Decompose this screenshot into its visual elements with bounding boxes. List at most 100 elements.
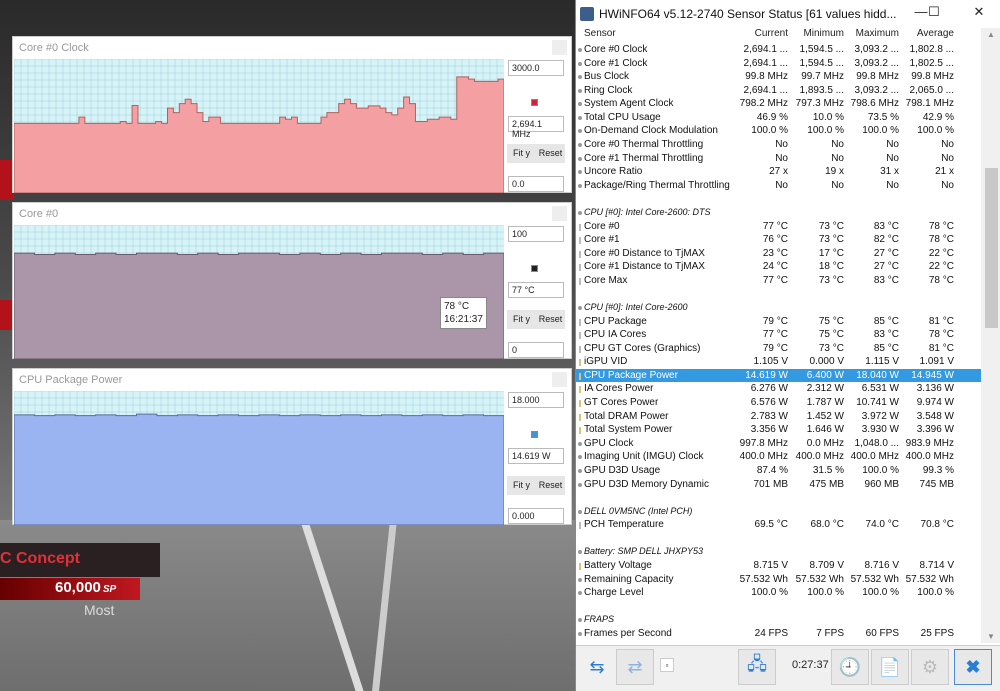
table-row[interactable]: Core #0 Distance to TjMAX 23 °C 17 °C 27 °C…: [576, 247, 981, 261]
column-header-sensor[interactable]: Sensor: [584, 28, 616, 39]
network-icon[interactable]: 🖧: [738, 649, 776, 685]
table-row[interactable]: Core #0 77 °C 73 °C 83 °C 78 °C: [576, 220, 981, 234]
table-row[interactable]: Bus Clock 99.8 MHz 99.7 MHz 99.8 MHz 99.8 MH…: [576, 70, 981, 84]
table-row[interactable]: Frames per Second 24 FPS 7 FPS 60 FPS 25 FPS: [576, 627, 981, 641]
maximum-value: 100.0 %: [862, 125, 899, 137]
current-value: 57.532 Wh: [739, 573, 788, 585]
scrollbar-thumb[interactable]: [985, 168, 998, 328]
table-row[interactable]: Total System Power 3.356 W 1.646 W 3.930 W 3…: [576, 423, 981, 437]
graph-min-input[interactable]: 0.000: [508, 508, 564, 524]
maximum-value: 10.741 W: [856, 397, 899, 409]
graph-min-input[interactable]: 0: [508, 342, 564, 358]
tooltip-value: 78 °C: [444, 301, 470, 312]
table-row[interactable]: Remaining Capacity 57.532 Wh 57.532 Wh 57.5…: [576, 573, 981, 587]
average-value: 3.136 W: [916, 383, 954, 395]
minimum-value: 1,594.5 ...: [799, 44, 844, 55]
close-button[interactable]: ✕: [964, 4, 994, 20]
sensor-group-header[interactable]: CPU [#0]: Intel Core-2600: [576, 301, 981, 315]
close-sensors-icon[interactable]: ✖: [954, 649, 992, 685]
column-header-maximum[interactable]: Maximum: [856, 28, 899, 39]
reset-button[interactable]: Reset: [536, 310, 565, 329]
hwinfo-sensor-window: HWiNFO64 v5.12-2740 Sensor Status [61 va…: [575, 0, 1000, 691]
clock-reset-icon[interactable]: 🕘: [831, 649, 869, 685]
log-file-icon[interactable]: 📄: [871, 649, 909, 685]
table-row[interactable]: Uncore Ratio 27 x 19 x 31 x 21 x: [576, 165, 981, 179]
table-row[interactable]: Charge Level 100.0 % 100.0 % 100.0 % 100.0 %: [576, 586, 981, 600]
table-row[interactable]: Core #1 76 °C 73 °C 82 °C 78 °C: [576, 233, 981, 247]
graph-max-input[interactable]: 100: [508, 226, 564, 242]
sensor-name: FRAPS: [584, 614, 615, 625]
average-value: 78 °C: [928, 329, 954, 341]
column-header-current[interactable]: Current: [755, 28, 788, 39]
maximize-button[interactable]: ☐: [919, 4, 949, 20]
table-row[interactable]: Core #1 Thermal Throttling No No No No: [576, 152, 981, 166]
scroll-up-icon[interactable]: ▲: [987, 30, 995, 39]
table-row[interactable]: CPU GT Cores (Graphics) 79 °C 73 °C 85 °C 81…: [576, 342, 981, 356]
table-row[interactable]: Ring Clock 2,694.1 ... 1,893.5 ... 3,093.2 …: [576, 84, 981, 98]
fit-y-button[interactable]: Fit y: [507, 310, 536, 329]
maximum-value: 3,093.2 ...: [854, 44, 899, 55]
table-row[interactable]: Total CPU Usage 46.9 % 10.0 % 73.5 % 42.9 %: [576, 111, 981, 125]
table-row[interactable]: Package/Ring Thermal Throttling No No No No: [576, 179, 981, 193]
table-row[interactable]: Battery Voltage 8.715 V 8.709 V 8.716 V 8.71…: [576, 559, 981, 573]
table-row[interactable]: Core #0 Thermal Throttling No No No No: [576, 138, 981, 152]
temp-icon: [579, 237, 581, 245]
graph-close-button[interactable]: [552, 206, 567, 221]
column-header-minimum[interactable]: Minimum: [803, 28, 844, 39]
flag-icon: [578, 156, 582, 161]
table-row[interactable]: Total DRAM Power 2.783 W 1.452 W 3.972 W 3.5…: [576, 410, 981, 424]
graph-color-swatch[interactable]: [531, 265, 538, 272]
table-row[interactable]: Core #1 Distance to TjMAX 24 °C 18 °C 27 °C…: [576, 260, 981, 274]
table-row[interactable]: CPU Package Power 14.619 W 6.400 W 18.040 W…: [576, 368, 981, 383]
table-row[interactable]: iGPU VID 1.105 V 0.000 V 1.115 V 1.091 V: [576, 355, 981, 369]
small-toggle-icon[interactable]: ▫: [660, 658, 674, 672]
maximum-value: No: [886, 152, 899, 164]
collapse-arrows-icon[interactable]: ⇄: [616, 649, 654, 685]
graph-close-button[interactable]: [552, 372, 567, 387]
scroll-down-icon[interactable]: ▼: [987, 632, 995, 641]
expand-arrows-icon[interactable]: ⇆: [578, 649, 616, 685]
table-row[interactable]: Core #1 Clock 2,694.1 ... 1,594.5 ... 3,093…: [576, 57, 981, 71]
table-row[interactable]: CPU Package 79 °C 75 °C 85 °C 81 °C: [576, 315, 981, 329]
sensor-name: On-Demand Clock Modulation: [584, 125, 718, 137]
table-row[interactable]: Imaging Unit (IMGU) Clock 400.0 MHz 400.0 …: [576, 450, 981, 464]
table-row[interactable]: On-Demand Clock Modulation 100.0 % 100.0 %…: [576, 124, 981, 138]
graph-controls: 18.000 14.619 W Fit y Reset 0.000: [507, 391, 569, 525]
sensor-name: Imaging Unit (IMGU) Clock: [584, 451, 704, 463]
sensor-group-header[interactable]: Battery: SMP DELL JHXPY53: [576, 545, 981, 559]
graph-close-button[interactable]: [552, 40, 567, 55]
sensor-group-header[interactable]: DELL 0VM5NC (Intel PCH): [576, 505, 981, 519]
table-row[interactable]: PCH Temperature 69.5 °C 68.0 °C 74.0 °C 70.8…: [576, 518, 981, 532]
table-row[interactable]: System Agent Clock 798.2 MHz 797.3 MHz 798.…: [576, 97, 981, 111]
sensor-group-header[interactable]: CPU [#0]: Intel Core-2600: DTS: [576, 206, 981, 220]
table-row[interactable]: Core #0 Clock 2,694.1 ... 1,594.5 ... 3,093…: [576, 43, 981, 57]
table-row[interactable]: GPU D3D Usage 87.4 % 31.5 % 100.0 % 99.3 %: [576, 464, 981, 478]
fit-y-button[interactable]: Fit y: [507, 144, 536, 163]
sensor-name: System Agent Clock: [584, 98, 674, 110]
minimum-value: 1,893.5 ...: [799, 84, 844, 96]
minimum-value: 1.787 W: [806, 397, 844, 409]
reset-button[interactable]: Reset: [536, 144, 565, 163]
current-value: 24 FPS: [754, 627, 788, 639]
table-row[interactable]: Core Max 77 °C 73 °C 83 °C 78 °C: [576, 274, 981, 288]
column-header-average[interactable]: Average: [917, 28, 954, 39]
maximum-value: 85 °C: [873, 315, 899, 327]
graph-max-input[interactable]: 18.000: [508, 392, 564, 408]
vertical-scrollbar[interactable]: ▲ ▼: [981, 28, 1000, 643]
graph-controls: 100 77 °C Fit y Reset 0: [507, 225, 569, 359]
table-row[interactable]: CPU IA Cores 77 °C 75 °C 83 °C 78 °C: [576, 328, 981, 342]
table-row[interactable]: IA Cores Power 6.276 W 2.312 W 6.531 W 3.136…: [576, 382, 981, 396]
table-row[interactable]: GPU D3D Memory Dynamic 701 MB 475 MB 960 MB…: [576, 478, 981, 492]
table-row[interactable]: GT Cores Power 6.576 W 1.787 W 10.741 W 9.97…: [576, 396, 981, 410]
reset-button[interactable]: Reset: [536, 476, 565, 495]
graph-max-input[interactable]: 3000.0: [508, 60, 564, 76]
settings-gear-icon[interactable]: ⚙: [911, 649, 949, 685]
fit-y-button[interactable]: Fit y: [507, 476, 536, 495]
graph-min-input[interactable]: 0.0: [508, 176, 564, 192]
sensor-group-header[interactable]: FRAPS: [576, 613, 981, 627]
game-car-name: C Concept: [0, 550, 80, 567]
graph-color-swatch[interactable]: [531, 431, 538, 438]
current-value: 79 °C: [762, 342, 788, 354]
table-row[interactable]: GPU Clock 997.8 MHz 0.0 MHz 1,048.0 ... 983.…: [576, 437, 981, 451]
graph-color-swatch[interactable]: [531, 99, 538, 106]
